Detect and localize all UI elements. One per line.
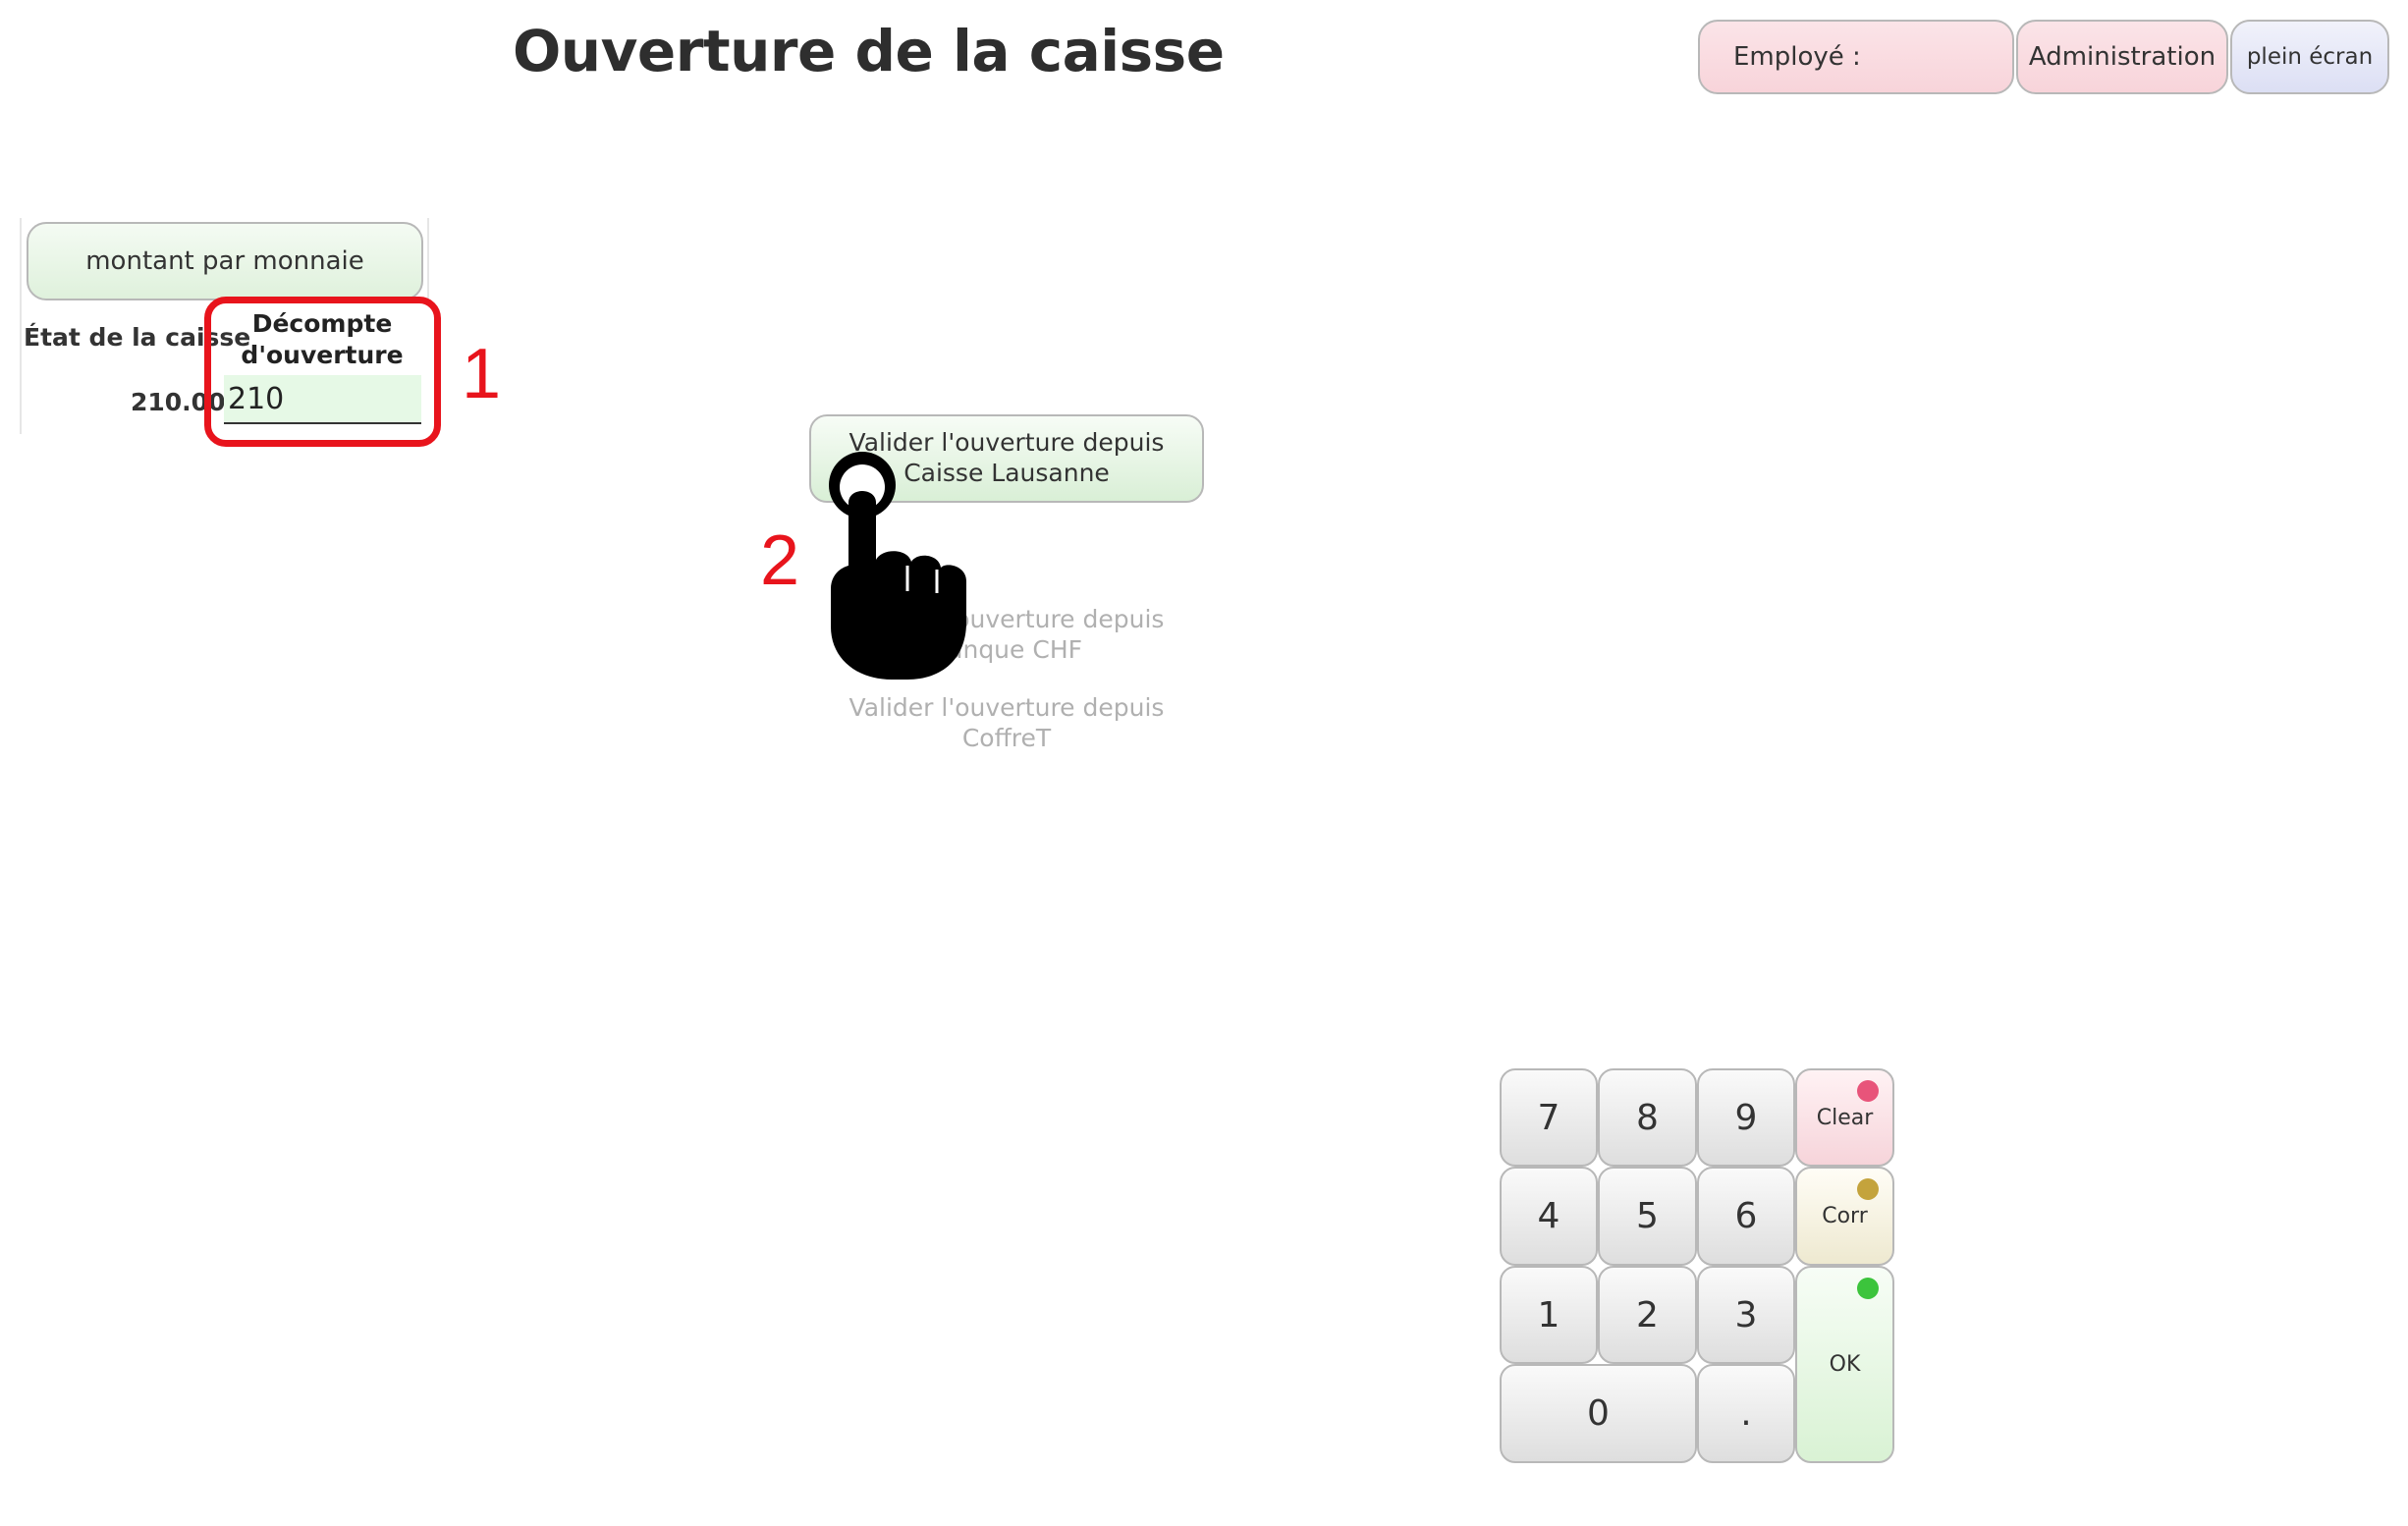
step-2-marker: 2 — [760, 521, 800, 600]
administration-button[interactable]: Administration — [2016, 20, 2228, 94]
keypad-corr[interactable]: Corr — [1795, 1167, 1894, 1266]
ok-indicator-icon — [1857, 1278, 1879, 1299]
keypad-1[interactable]: 1 — [1500, 1266, 1598, 1364]
clear-label: Clear — [1816, 1105, 1874, 1130]
ok-label: OK — [1829, 1352, 1861, 1377]
keypad-0[interactable]: 0 — [1500, 1364, 1697, 1463]
fullscreen-button[interactable]: plein écran — [2230, 20, 2389, 94]
keypad-6[interactable]: 6 — [1697, 1167, 1795, 1266]
clear-indicator-icon — [1857, 1080, 1879, 1102]
keypad-3[interactable]: 3 — [1697, 1266, 1795, 1364]
keypad-2[interactable]: 2 — [1598, 1266, 1697, 1364]
keypad-7[interactable]: 7 — [1500, 1068, 1598, 1167]
employee-button[interactable]: Employé : — [1698, 20, 2014, 94]
keypad-clear[interactable]: Clear — [1795, 1068, 1894, 1167]
left-panel-border — [20, 218, 22, 434]
highlight-box — [204, 297, 441, 447]
keypad-8[interactable]: 8 — [1598, 1068, 1697, 1167]
corr-label: Corr — [1822, 1204, 1868, 1228]
page-title: Ouverture de la caisse — [513, 18, 1225, 84]
step-1-marker: 1 — [462, 335, 502, 413]
amount-by-coin-button[interactable]: montant par monnaie — [27, 222, 423, 300]
keypad-dot[interactable]: . — [1697, 1364, 1795, 1463]
validate-coffre-button[interactable]: Valider l'ouverture depuis CoffreT — [809, 692, 1204, 753]
keypad-4[interactable]: 4 — [1500, 1167, 1598, 1266]
left-panel-border-right — [427, 218, 429, 300]
keypad-9[interactable]: 9 — [1697, 1068, 1795, 1167]
hand-pointer-icon — [829, 452, 966, 680]
corr-indicator-icon — [1857, 1178, 1879, 1200]
keypad-ok[interactable]: OK — [1795, 1266, 1894, 1463]
keypad-5[interactable]: 5 — [1598, 1167, 1697, 1266]
